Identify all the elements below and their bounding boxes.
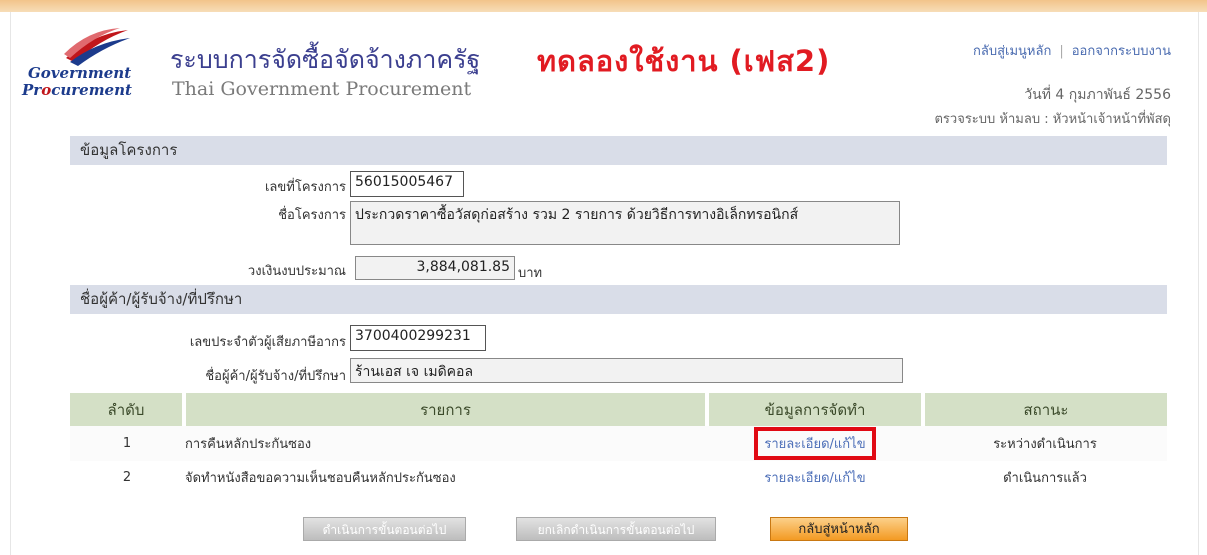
home-menu-link[interactable]: กลับสู่เมนูหลัก [973,44,1051,59]
logo-swoosh-icon [64,28,130,66]
tax-id-field[interactable]: 3700400299231 [350,325,486,351]
budget-label: วงเงินงบประมาณ [247,264,346,279]
project-name-field[interactable]: ประกวดราคาซื้อวัสดุก่อสร้าง รวม 2 รายการ… [350,201,900,245]
row-status: ดำเนินการแล้ว [1003,470,1087,486]
budget-field[interactable]: 3,884,081.85 [355,256,515,280]
next-step-button[interactable]: ดำเนินการขั้นตอนต่อไป [303,517,466,541]
logout-link[interactable]: ออกจากระบบงาน [1072,44,1171,59]
government-procurement-logo: Government Procurement [22,28,157,108]
col-no-header: ลำดับ [70,393,184,426]
row-no: 1 [122,436,132,451]
vendor-name-label: ชื่อผู้ค้า/ผู้รับจ้าง/ที่ปรึกษา [205,369,346,384]
system-title: ระบบการจัดซื้อจัดจ้างภาครัฐ [170,45,481,74]
user-info: ตรวจระบบ ห้ามลบ : หัวหน้าเจ้าหน้าที่พัสด… [934,112,1171,127]
top-border [0,0,1207,12]
table-row: 1 การคืนหลักประกันซอง รายละเอียด/แก้ไข ร… [70,426,1167,461]
row-item: จัดทำหนังสือขอความเห็นชอบคืนหลักประกันซอ… [185,470,456,486]
row-no: 2 [122,469,132,485]
system-subtitle: Thai Government Procurement [172,78,472,100]
table-row: 2 จัดทำหนังสือขอความเห็นชอบคืนหลักประกัน… [70,461,1167,493]
col-item-header: รายการ [182,393,707,426]
col-status-header: สถานะ [921,393,1167,426]
detail-edit-link[interactable]: รายละเอียด/แก้ไข [764,471,865,486]
cancel-next-step-button[interactable]: ยกเลิกดำเนินการขั้นตอนต่อไป [516,517,716,541]
row-action-cell: รายละเอียด/แก้ไข [707,461,923,493]
col-action-header: ข้อมูลการจัดทำ [705,393,923,426]
table-header-row: ลำดับ รายการ ข้อมูลการจัดทำ สถานะ [70,393,1167,426]
vendor-name-field[interactable]: ร้านเอส เจ เมดิคอล [350,358,903,383]
detail-edit-link[interactable]: รายละเอียด/แก้ไข [764,437,865,452]
top-links: กลับสู่เมนูหลัก | ออกจากระบบงาน [973,40,1171,61]
steps-table: ลำดับ รายการ ข้อมูลการจัดทำ สถานะ 1 การค… [70,393,1167,493]
budget-unit: บาท [518,266,543,281]
highlight-box: รายละเอียด/แก้ไข [754,427,876,460]
tax-id-label: เลขประจำตัวผู้เสียภาษีอากร [189,335,346,350]
vendor-section-header: ชื่อผู้ค้า/ผู้รับจ้าง/ที่ปรึกษา [70,285,1167,314]
project-name-label: ชื่อโครงการ [278,208,346,223]
link-separator: | [1059,44,1064,59]
project-no-label: เลขที่โครงการ [264,180,346,195]
logo-text-line2: Procurement [22,81,132,99]
row-status: ระหว่างดำเนินการ [993,437,1097,452]
logo-text-line1: Government [28,64,132,82]
row-action-cell: รายละเอียด/แก้ไข [707,426,923,461]
row-item: การคืนหลักประกันซอง [185,437,312,452]
project-section-header: ข้อมูลโครงการ [70,136,1167,165]
project-no-field[interactable]: 56015005467 [350,171,464,197]
demo-badge: ทดลองใช้งาน (เฟส2) [537,44,831,78]
back-home-button[interactable]: กลับสู่หน้าหลัก [770,517,908,541]
current-date: วันที่ 4 กุมภาพันธ์ 2556 [1024,87,1171,103]
